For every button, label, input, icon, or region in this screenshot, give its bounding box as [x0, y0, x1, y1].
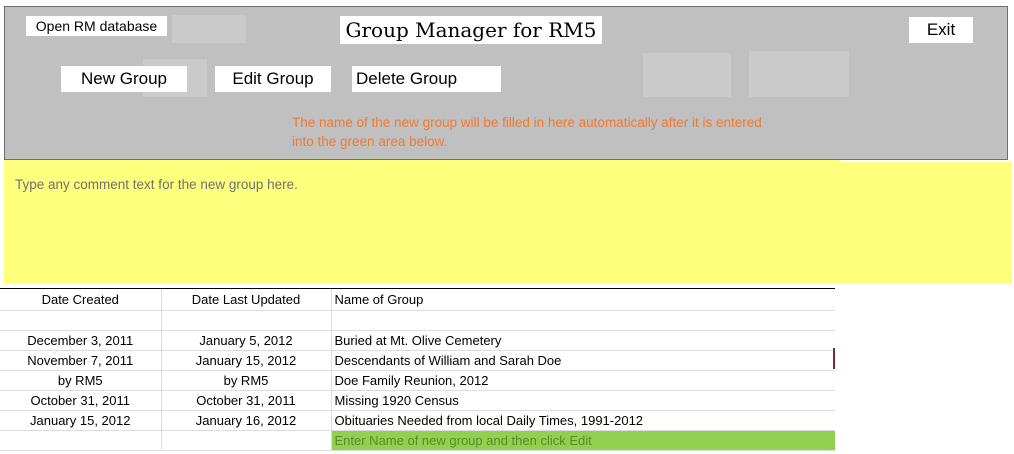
new-group-entry-row[interactable]: Enter Name of new group and then click E… — [0, 430, 835, 451]
comment-text-area[interactable]: Type any comment text for the new group … — [4, 160, 1012, 284]
new-group-name-input[interactable]: Enter Name of new group and then click E… — [330, 430, 835, 451]
new-group-notice: The name of the new group will be filled… — [292, 115, 762, 149]
column-header-date-updated: Date Last Updated — [160, 288, 331, 311]
date-created-cell[interactable]: January 15, 2012 — [0, 410, 161, 431]
group-name-cell[interactable]: Buried at Mt. Olive Cemetery — [330, 330, 835, 351]
table-row[interactable]: October 31, 2011 October 31, 2011 Missin… — [0, 390, 835, 411]
group-name-cell[interactable]: Missing 1920 Census — [330, 390, 835, 411]
comment-area-edge — [840, 160, 1014, 162]
comment-placeholder: Type any comment text for the new group … — [15, 177, 298, 192]
column-header-group-name: Name of Group — [330, 288, 835, 311]
ghost-button-4 — [749, 51, 849, 97]
table-row[interactable]: November 7, 2011 January 15, 2012 Descen… — [0, 350, 835, 371]
group-name-cell[interactable] — [330, 310, 835, 331]
date-created-cell[interactable]: by RM5 — [0, 370, 161, 391]
empty-cell — [160, 430, 331, 451]
date-created-cell[interactable]: November 7, 2011 — [0, 350, 161, 371]
date-updated-cell[interactable]: January 16, 2012 — [160, 410, 331, 431]
exit-button[interactable]: Exit — [909, 17, 973, 43]
column-header-date-created: Date Created — [0, 288, 161, 311]
ghost-button-3 — [643, 53, 731, 97]
date-updated-cell[interactable]: January 5, 2012 — [160, 330, 331, 351]
table-row[interactable]: January 15, 2012 January 16, 2012 Obitua… — [0, 410, 835, 431]
group-name-cell[interactable]: Obituaries Needed from local Daily Times… — [330, 410, 835, 431]
date-updated-cell[interactable]: October 31, 2011 — [160, 390, 331, 411]
empty-cell — [0, 430, 161, 451]
date-created-cell[interactable]: October 31, 2011 — [0, 390, 161, 411]
date-created-cell[interactable] — [0, 310, 161, 331]
row-selection-marker — [833, 348, 835, 369]
group-name-cell[interactable]: Descendants of William and Sarah Doe — [330, 350, 835, 371]
table-row[interactable] — [0, 310, 835, 331]
delete-group-button[interactable]: Delete Group — [352, 66, 501, 92]
ghost-button-1 — [172, 15, 246, 43]
groups-table: Date Created Date Last Updated Name of G… — [0, 288, 835, 451]
page-title: Group Manager for RM5 — [340, 16, 602, 44]
edit-group-button[interactable]: Edit Group — [215, 66, 331, 92]
date-created-cell[interactable]: December 3, 2011 — [0, 330, 161, 351]
new-group-button[interactable]: New Group — [61, 66, 187, 92]
group-name-cell[interactable]: Doe Family Reunion, 2012 — [330, 370, 835, 391]
date-updated-cell[interactable]: January 15, 2012 — [160, 350, 331, 371]
date-updated-cell[interactable]: by RM5 — [160, 370, 331, 391]
table-row[interactable]: by RM5 by RM5 Doe Family Reunion, 2012 — [0, 370, 835, 391]
table-row[interactable]: December 3, 2011 January 5, 2012 Buried … — [0, 330, 835, 351]
open-database-button[interactable]: Open RM database — [26, 16, 167, 36]
table-header-row: Date Created Date Last Updated Name of G… — [0, 288, 835, 311]
date-updated-cell[interactable] — [160, 310, 331, 331]
